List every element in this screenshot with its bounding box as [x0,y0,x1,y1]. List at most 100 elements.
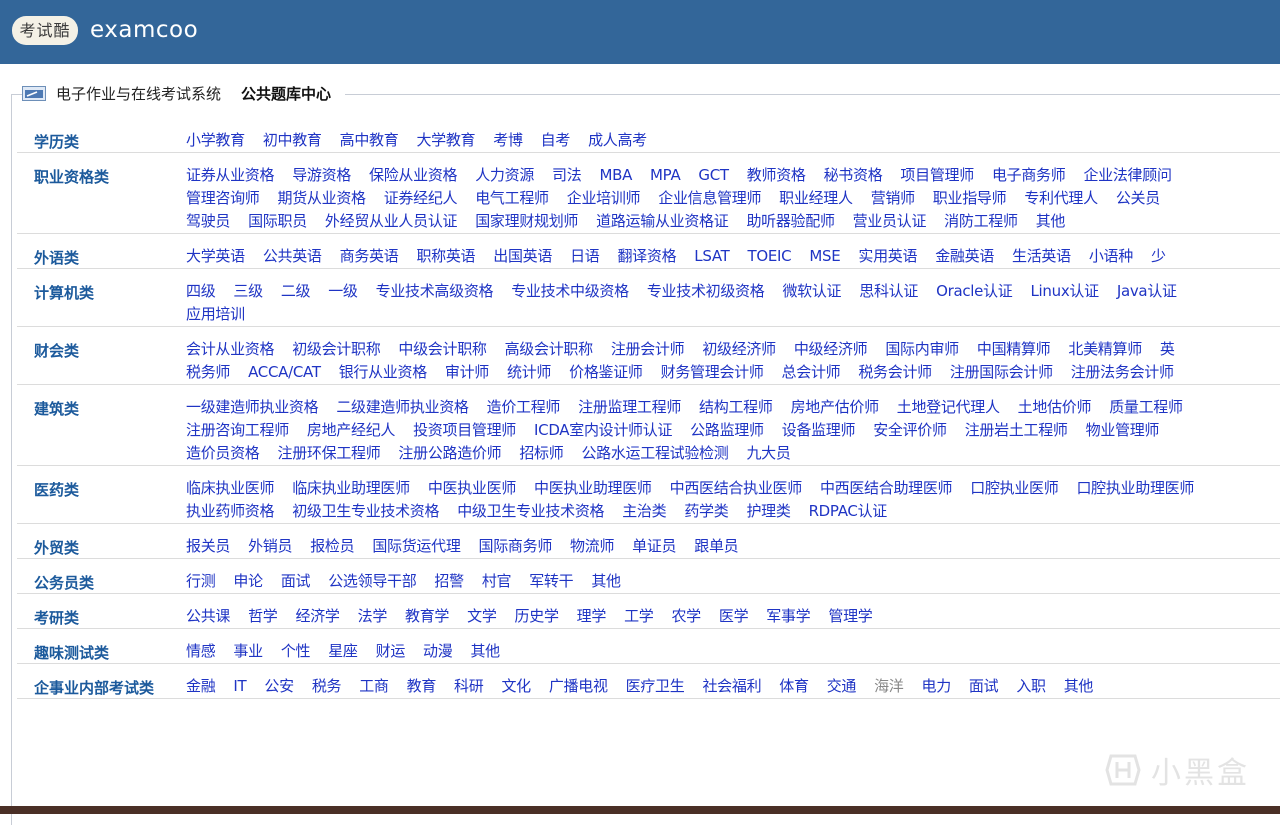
subcategory-link[interactable]: 执业药师资格 [186,500,275,523]
subcategory-link[interactable]: 中西医结合助理医师 [820,477,953,500]
subcategory-link[interactable]: 证券经纪人 [384,187,458,210]
subcategory-link[interactable]: 生活英语 [1012,245,1071,268]
subcategory-link[interactable]: 文化 [501,675,531,698]
subcategory-link[interactable]: 物流师 [570,535,614,558]
subcategory-link[interactable]: 国际内审师 [885,338,959,361]
subcategory-link[interactable]: 国际货运代理 [372,535,461,558]
category-label[interactable]: 考研类 [17,594,169,628]
subcategory-link[interactable]: 跟单员 [694,535,738,558]
subcategory-link[interactable]: 投资项目管理师 [413,419,516,442]
subcategory-link[interactable]: 科研 [454,675,484,698]
subcategory-link[interactable]: 高中教育 [340,129,399,152]
subcategory-link[interactable]: 一级建造师执业资格 [186,396,319,419]
subcategory-link[interactable]: 注册咨询工程师 [186,419,289,442]
subcategory-link[interactable]: 出国英语 [493,245,552,268]
subcategory-link[interactable]: 质量工程师 [1109,396,1183,419]
subcategory-link[interactable]: 临床执业医师 [186,477,275,500]
subcategory-link[interactable]: 情感 [186,640,216,663]
subcategory-link[interactable]: 工学 [624,605,654,628]
subcategory-link[interactable]: 四级 [186,280,216,303]
subcategory-link[interactable]: 管理学 [828,605,872,628]
category-label[interactable]: 外贸类 [17,524,169,558]
subcategory-link[interactable]: 中医执业医师 [428,477,517,500]
subcategory-link[interactable]: 公共英语 [263,245,322,268]
subcategory-link[interactable]: 财务管理会计师 [661,361,764,384]
subcategory-link[interactable]: 个性 [281,640,311,663]
subcategory-link[interactable]: Linux认证 [1031,280,1100,303]
system-name-link[interactable]: 电子作业与在线考试系统 [56,83,221,104]
subcategory-link[interactable]: 房地产经纪人 [307,419,396,442]
subcategory-link[interactable]: 公选领导干部 [328,570,417,593]
subcategory-link[interactable]: LSAT [694,245,730,268]
category-label[interactable]: 建筑类 [17,385,169,465]
subcategory-link[interactable]: 三级 [233,280,263,303]
subcategory-link[interactable]: 中国精算师 [977,338,1051,361]
subcategory-link[interactable]: 消防工程师 [944,210,1018,233]
subcategory-link[interactable]: 房地产估价师 [791,396,880,419]
subcategory-link[interactable]: 小学教育 [186,129,245,152]
subcategory-link[interactable]: 保险从业资格 [369,164,458,187]
subcategory-link[interactable]: 价格鉴证师 [569,361,643,384]
subcategory-link[interactable]: 专利代理人 [1024,187,1098,210]
subcategory-link[interactable]: 造价员资格 [186,442,260,465]
subcategory-link[interactable]: 招警 [434,570,464,593]
subcategory-link[interactable]: 体育 [779,675,809,698]
subcategory-link[interactable]: 其他 [1064,675,1094,698]
subcategory-link[interactable]: 实用英语 [858,245,917,268]
subcategory-link[interactable]: 临床执业助理医师 [292,477,410,500]
subcategory-link[interactable]: 一级 [328,280,358,303]
subcategory-link[interactable]: 外经贸从业人员认证 [325,210,458,233]
category-label[interactable]: 公务员类 [17,559,169,593]
subcategory-link[interactable]: 专业技术高级资格 [376,280,494,303]
subcategory-link[interactable]: 总会计师 [782,361,841,384]
category-label[interactable]: 学历类 [17,118,169,152]
subcategory-link[interactable]: 秘书资格 [824,164,883,187]
subcategory-link[interactable]: 道路运输从业资格证 [596,210,729,233]
subcategory-link[interactable]: 其他 [470,640,500,663]
subcategory-link[interactable]: GCT [698,164,729,187]
subcategory-link[interactable]: 护理类 [746,500,790,523]
subcategory-link[interactable]: 面试 [281,570,311,593]
subcategory-link[interactable]: 翻译资格 [617,245,676,268]
subcategory-link[interactable]: 二级建造师执业资格 [336,396,469,419]
subcategory-link[interactable]: 九大员 [746,442,790,465]
subcategory-link[interactable]: 物业管理师 [1086,419,1160,442]
subcategory-link[interactable]: MSE [809,245,840,268]
subcategory-link[interactable]: 考博 [493,129,523,152]
subcategory-link[interactable]: Java认证 [1117,280,1177,303]
subcategory-link[interactable]: TOEIC [748,245,792,268]
subcategory-link[interactable]: 报检员 [310,535,354,558]
subcategory-link[interactable]: 其他 [591,570,621,593]
subcategory-link[interactable]: 导游资格 [292,164,351,187]
subcategory-link[interactable]: 审计师 [445,361,489,384]
category-label[interactable]: 外语类 [17,234,169,268]
subcategory-link[interactable]: 动漫 [423,640,453,663]
subcategory-link[interactable]: 成人高考 [588,129,647,152]
subcategory-link[interactable]: 自考 [541,129,571,152]
subcategory-link[interactable]: 注册监理工程师 [578,396,681,419]
subcategory-link[interactable]: 面试 [969,675,999,698]
category-label[interactable]: 医药类 [17,466,169,523]
subcategory-link[interactable]: 公共课 [186,605,230,628]
category-label[interactable]: 企事业内部考试类 [17,664,169,698]
subcategory-link[interactable]: 造价工程师 [487,396,561,419]
subcategory-link[interactable]: 报关员 [186,535,230,558]
subcategory-link[interactable]: 初级会计职称 [292,338,381,361]
subcategory-link[interactable]: 星座 [328,640,358,663]
subcategory-link[interactable]: 金融英语 [935,245,994,268]
subcategory-link[interactable]: 北美精算师 [1068,338,1142,361]
subcategory-link[interactable]: 公路水运工程试验检测 [581,442,728,465]
subcategory-link[interactable]: 银行从业资格 [339,361,428,384]
subcategory-link[interactable]: 人力资源 [475,164,534,187]
subcategory-link[interactable]: 注册国际会计师 [950,361,1053,384]
subcategory-link[interactable]: 口腔执业助理医师 [1076,477,1194,500]
subcategory-link[interactable]: 哲学 [248,605,278,628]
subcategory-link[interactable]: 公路监理师 [690,419,764,442]
subcategory-link[interactable]: 教育学 [405,605,449,628]
subcategory-link[interactable]: 注册会计师 [611,338,685,361]
subcategory-link[interactable]: 安全评价师 [873,419,947,442]
subcategory-link[interactable]: 初级经济师 [702,338,776,361]
subcategory-link[interactable]: 驾驶员 [186,210,230,233]
subcategory-link[interactable]: 药学类 [684,500,728,523]
subcategory-link[interactable]: 国际职员 [248,210,307,233]
